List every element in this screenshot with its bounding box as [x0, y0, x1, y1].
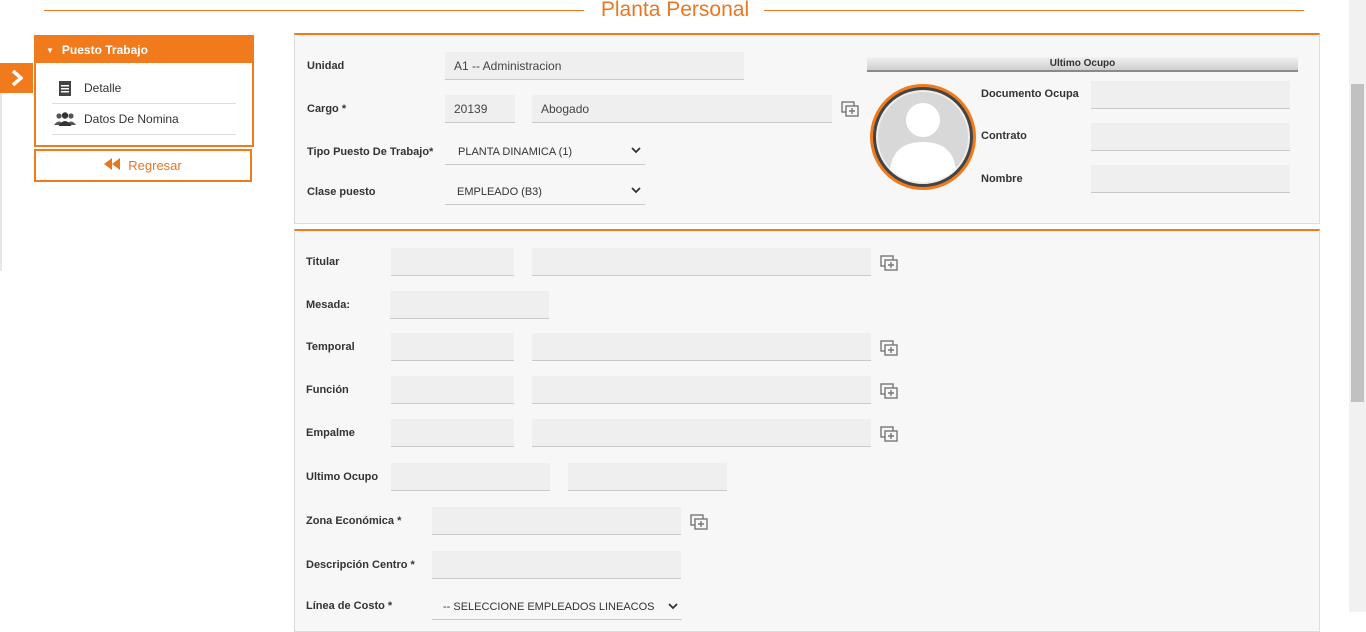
avatar — [870, 84, 976, 190]
chevron-down-icon — [631, 187, 641, 194]
add-search-icon[interactable] — [880, 383, 898, 399]
scrollbar-thumb[interactable] — [1351, 84, 1364, 402]
left-edge-strip — [0, 93, 2, 271]
users-icon — [52, 112, 78, 126]
title-line-left — [44, 10, 584, 11]
funcion-name-field[interactable] — [532, 376, 871, 404]
funcion-label: Función — [306, 384, 349, 396]
empalme-label: Empalme — [306, 427, 355, 439]
menu-header-label: Puesto Trabajo — [61, 43, 148, 57]
mesada-label: Mesada: — [306, 299, 351, 311]
zona-economica-label: Zona Económica * — [306, 515, 402, 527]
menu-item-detalle[interactable]: Detalle — [52, 73, 236, 104]
clase-puesto-label: Clase puesto — [307, 186, 376, 198]
unidad-field[interactable]: A1 -- Administracion — [445, 52, 744, 80]
menu-item-datos-de-nomina[interactable]: Datos De Nomina — [52, 104, 236, 135]
temporal-code-field[interactable] — [391, 333, 514, 361]
ultimo-ocupo-label: Ultimo Ocupo — [306, 471, 379, 483]
chevron-down-icon — [668, 603, 678, 610]
sidebar-toggle-button[interactable] — [0, 63, 33, 93]
chevron-down-icon — [631, 147, 641, 154]
cargo-label: Cargo * — [307, 103, 347, 115]
cargo-code-field[interactable]: 20139 — [445, 95, 515, 123]
menu-item-label: Detalle — [84, 81, 122, 95]
tipo-puesto-value: PLANTA DINAMICA (1) — [458, 145, 573, 158]
linea-costo-label: Línea de Costo * — [306, 600, 393, 612]
clase-puesto-select[interactable]: EMPLEADO (B3) — [445, 179, 645, 205]
ultimo-ocupo-field-2[interactable] — [568, 463, 727, 491]
menu-item-label: Datos De Nomina — [84, 112, 179, 126]
linea-costo-select[interactable]: -- SELECCIONE EMPLEADOS LINEACOS — [432, 594, 682, 620]
title-line-right — [764, 10, 1304, 11]
documento-ocupa-label: Documento Ocupa — [981, 88, 1079, 100]
nombre-field[interactable] — [1091, 165, 1290, 193]
funcion-code-field[interactable] — [391, 376, 514, 404]
contrato-label: Contrato — [981, 130, 1027, 142]
zona-economica-field[interactable] — [432, 507, 681, 535]
add-search-icon[interactable] — [880, 340, 898, 356]
add-search-icon[interactable] — [690, 514, 708, 530]
clase-puesto-value: EMPLEADO (B3) — [457, 185, 542, 198]
side-menu: ▼ Puesto Trabajo Detalle Datos De Nomina — [34, 35, 254, 147]
unidad-label: Unidad — [307, 60, 345, 72]
cargo-name-field[interactable]: Abogado — [532, 95, 832, 123]
descripcion-centro-label: Descripción Centro * — [306, 559, 415, 571]
titular-code-field[interactable] — [391, 248, 514, 276]
temporal-name-field[interactable] — [532, 333, 871, 361]
nombre-label: Nombre — [981, 173, 1023, 185]
page-title: Planta Personal — [590, 0, 760, 22]
linea-costo-value: -- SELECCIONE EMPLEADOS LINEACOS — [443, 600, 655, 613]
empalme-name-field[interactable] — [532, 419, 871, 447]
documento-ocupa-field[interactable] — [1091, 81, 1290, 109]
chevron-right-icon — [11, 70, 23, 86]
double-arrow-left-icon — [104, 158, 121, 173]
back-button-label: Regresar — [128, 158, 182, 173]
empalme-code-field[interactable] — [391, 419, 514, 447]
descripcion-centro-field[interactable] — [432, 551, 681, 579]
menu-header-puesto-trabajo[interactable]: ▼ Puesto Trabajo — [36, 37, 252, 63]
ultimo-ocupo-field-1[interactable] — [391, 463, 550, 491]
document-icon — [52, 80, 78, 96]
titular-label: Titular — [306, 256, 340, 268]
back-button[interactable]: Regresar — [34, 149, 252, 182]
mesada-field[interactable] — [390, 291, 549, 319]
caret-down-icon: ▼ — [46, 45, 54, 55]
add-search-icon[interactable] — [880, 426, 898, 442]
add-search-icon[interactable] — [880, 255, 898, 271]
tipo-puesto-select[interactable]: PLANTA DINAMICA (1) — [445, 139, 645, 165]
temporal-label: Temporal — [306, 341, 355, 353]
add-search-icon[interactable] — [841, 101, 859, 117]
ultimo-ocupo-header: Ultimo Ocupo — [867, 57, 1298, 72]
contrato-field[interactable] — [1091, 123, 1290, 151]
titular-name-field[interactable] — [532, 248, 871, 276]
tipo-puesto-label: Tipo Puesto De Trabajo* — [307, 146, 434, 158]
